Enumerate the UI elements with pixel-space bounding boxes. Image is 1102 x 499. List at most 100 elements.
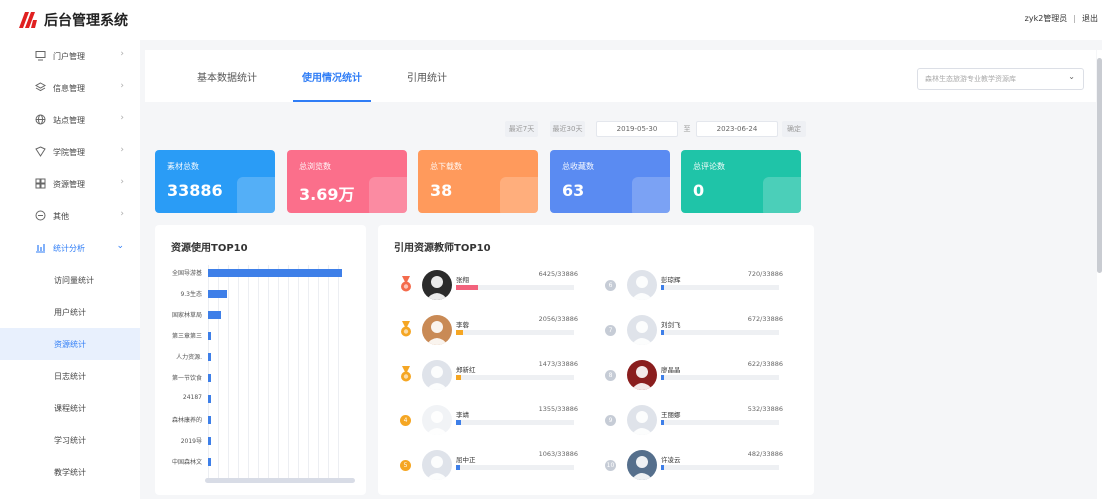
teacher-name: 彭琼辉: [661, 276, 681, 284]
progress-track: [661, 330, 779, 335]
logo: 后台管理系统: [19, 10, 128, 30]
bar-label: 国家林草局: [171, 312, 202, 319]
top-header: 后台管理系统 zyk2管理员 | 退出: [0, 0, 1102, 40]
teacher-name: 张翔: [456, 276, 469, 284]
sidebar-item-0[interactable]: 门户管理 ›: [0, 40, 140, 72]
logout-link[interactable]: 退出: [1082, 14, 1098, 23]
teacher-row[interactable]: 7 刘剑飞 672/33886: [605, 315, 783, 349]
sidebar-subitem-6[interactable]: 教学统计: [0, 456, 140, 488]
bar-label: 中国森林文: [171, 459, 202, 466]
bar-label: 森林康养的: [171, 417, 202, 424]
bar[interactable]: [208, 332, 211, 340]
rank-badge: 7: [605, 325, 616, 336]
teacher-row[interactable]: 5 屈中正 1063/33886: [400, 450, 578, 484]
sidebar-subitem-0[interactable]: 访问量统计: [0, 264, 140, 296]
rank-badge: 9: [605, 415, 616, 426]
last-30-days-button[interactable]: 最近30天: [550, 121, 585, 137]
stat-card-title: 总下载数: [430, 162, 462, 171]
stat-card-3[interactable]: 总收藏数 63: [550, 150, 670, 213]
avatar: [422, 315, 452, 345]
avatar: [422, 360, 452, 390]
bar[interactable]: [208, 437, 211, 445]
teacher-row[interactable]: 9 王丽娜 532/33886: [605, 405, 783, 439]
stat-card-decoration-icon: [500, 177, 538, 213]
medal-icon: [400, 366, 412, 382]
teacher-row[interactable]: 郑新红 1473/33886: [400, 360, 578, 394]
bar[interactable]: [208, 395, 211, 403]
bar[interactable]: [208, 290, 227, 298]
bar[interactable]: [208, 353, 211, 361]
app-title: 后台管理系统: [44, 13, 128, 29]
chevron-down-icon: ⌄: [1068, 72, 1075, 81]
bar[interactable]: [208, 311, 221, 319]
stat-card-title: 素材总数: [167, 162, 199, 171]
gridline: [328, 265, 329, 483]
progress-fill: [456, 420, 461, 425]
progress-track: [456, 285, 574, 290]
rank-badge: 4: [400, 415, 411, 426]
sidebar-item-2[interactable]: 站点管理 ›: [0, 104, 140, 136]
teacher-count: 1473/33886: [538, 360, 578, 368]
chevron-right-icon: ›: [120, 49, 124, 59]
teacher-row[interactable]: 李蓉 2056/33886: [400, 315, 578, 349]
teacher-row[interactable]: 张翔 6425/33886: [400, 270, 578, 304]
gridline: [318, 265, 319, 483]
bar[interactable]: [208, 374, 211, 382]
teacher-row[interactable]: 8 廖晶晶 622/33886: [605, 360, 783, 394]
teacher-name: 郑新红: [456, 366, 476, 374]
stat-card-title: 总评论数: [693, 162, 725, 171]
sidebar-item-label: 学院管理: [53, 147, 85, 157]
progress-fill: [661, 285, 664, 290]
end-date-input[interactable]: 2023-06-24: [696, 121, 778, 137]
sidebar-item-6[interactable]: 统计分析 ⌄: [0, 232, 140, 264]
progress-track: [456, 465, 574, 470]
scrollbar-thumb[interactable]: [1097, 58, 1102, 273]
user-area: zyk2管理员 | 退出: [1025, 13, 1098, 24]
teacher-row[interactable]: 6 彭琼辉 720/33886: [605, 270, 783, 304]
stat-card-1[interactable]: 总浏览数 3.69万: [287, 150, 407, 213]
teacher-row[interactable]: 10 许凌云 482/33886: [605, 450, 783, 484]
progress-track: [661, 375, 779, 380]
sidebar-item-label: 统计分析: [53, 243, 85, 253]
sidebar-item-5[interactable]: 其他 ›: [0, 200, 140, 232]
chevron-down-icon: ⌄: [116, 241, 124, 251]
avatar: [627, 360, 657, 390]
avatar: [627, 450, 657, 480]
tab-basic-stats[interactable]: 基本数据统计: [181, 50, 273, 102]
confirm-button[interactable]: 确定: [782, 121, 806, 137]
progress-track: [456, 420, 574, 425]
tab-usage-stats[interactable]: 使用情况统计: [293, 50, 371, 102]
sidebar-item-3[interactable]: 学院管理 ›: [0, 136, 140, 168]
stat-card-2[interactable]: 总下载数 38: [418, 150, 538, 213]
tab-reference-stats[interactable]: 引用统计: [403, 50, 451, 102]
library-select[interactable]: 森林生态旅游专业教学资源库 ⌄: [917, 68, 1084, 90]
progress-fill: [456, 285, 478, 290]
start-date-input[interactable]: 2019-05-30: [596, 121, 678, 137]
sidebar-item-label: 站点管理: [53, 115, 85, 125]
sidebar-subitem-3[interactable]: 日志统计: [0, 360, 140, 392]
bar[interactable]: [208, 416, 211, 424]
stat-card-decoration-icon: [763, 177, 801, 213]
stat-card-0[interactable]: 素材总数 33886: [155, 150, 275, 213]
stat-card-title: 总浏览数: [299, 162, 331, 171]
user-name[interactable]: zyk2管理员: [1025, 14, 1068, 23]
progress-fill: [661, 375, 664, 380]
sidebar-subitem-4[interactable]: 课程统计: [0, 392, 140, 424]
teacher-count: 2056/33886: [538, 315, 578, 323]
last-7-days-button[interactable]: 最近7天: [505, 121, 538, 137]
sidebar-item-4[interactable]: 资源管理 ›: [0, 168, 140, 200]
teacher-row[interactable]: 4 李靖 1355/33886: [400, 405, 578, 439]
teacher-count: 1063/33886: [538, 450, 578, 458]
progress-fill: [661, 465, 664, 470]
avatar: [627, 270, 657, 300]
horizontal-scrollbar[interactable]: [205, 478, 355, 483]
avatar: [422, 450, 452, 480]
stat-card-4[interactable]: 总评论数 0: [681, 150, 801, 213]
sidebar-subitem-2[interactable]: 资源统计: [0, 328, 140, 360]
sidebar-subitem-5[interactable]: 学习统计: [0, 424, 140, 456]
bar[interactable]: [208, 269, 342, 277]
page-scrollbar[interactable]: [1097, 50, 1102, 499]
sidebar-item-1[interactable]: 信息管理 ›: [0, 72, 140, 104]
sidebar-subitem-1[interactable]: 用户统计: [0, 296, 140, 328]
bar[interactable]: [208, 458, 211, 466]
